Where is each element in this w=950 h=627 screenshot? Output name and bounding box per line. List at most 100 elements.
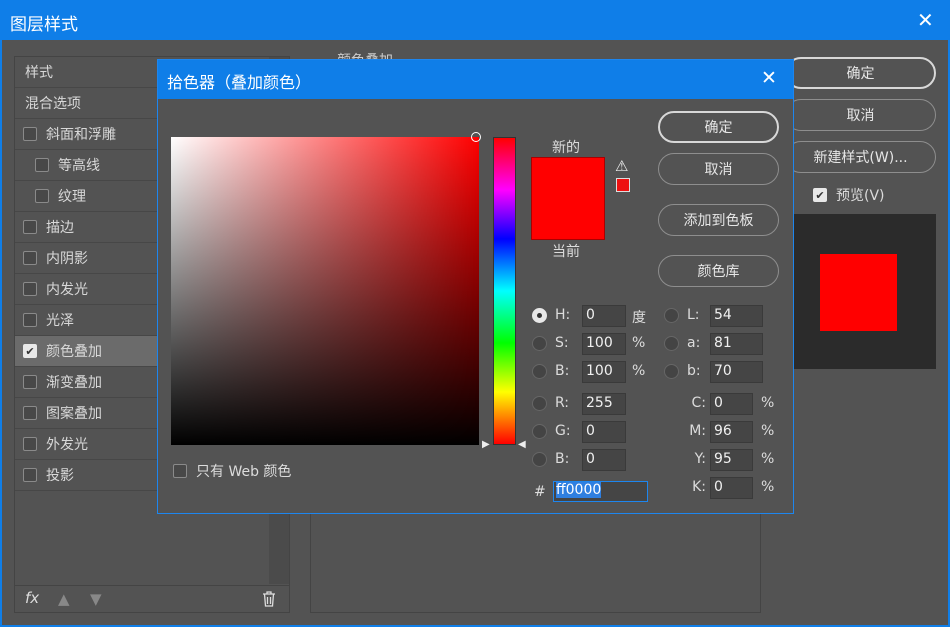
current-color-swatch[interactable]	[531, 199, 605, 240]
unit-y: %	[761, 451, 775, 467]
window-titlebar: 图层样式	[0, 0, 950, 40]
sidebar-item-label: 等高线	[58, 158, 100, 174]
input-bv[interactable]: 100	[582, 361, 626, 383]
move-down-icon[interactable]: ▼	[90, 590, 102, 608]
color-picker-dialog: 拾色器（叠加颜色） ✕ ▶ ◀ 只有 Web 颜色 新的 当前 ⚠ 确定 取消 …	[157, 59, 794, 514]
checkbox-icon[interactable]	[23, 375, 37, 389]
sidebar-item-label: 纹理	[58, 189, 86, 205]
checkbox-icon[interactable]	[23, 127, 37, 141]
picker-title: 拾色器（叠加颜色）	[167, 73, 312, 92]
checkbox-icon[interactable]	[23, 437, 37, 451]
label-s: S:	[555, 335, 569, 351]
radio-h[interactable]	[532, 308, 547, 323]
new-style-button[interactable]: 新建样式(W)...	[785, 141, 936, 173]
unit-h: 度	[632, 310, 646, 326]
radio-lab-a[interactable]	[664, 336, 679, 351]
label-h: H:	[555, 307, 571, 323]
label-c: C:	[691, 395, 707, 411]
ok-button[interactable]: 确定	[785, 57, 936, 89]
checkbox-icon[interactable]	[35, 189, 49, 203]
radio-bb[interactable]	[532, 452, 547, 467]
hue-slider-left-handle-icon[interactable]: ▶	[482, 439, 490, 450]
checkbox-icon[interactable]	[35, 158, 49, 172]
radio-g[interactable]	[532, 424, 547, 439]
hex-label: #	[534, 484, 546, 500]
label-lab-a: a:	[687, 335, 701, 351]
label-m: M:	[689, 423, 706, 439]
radio-lab-L[interactable]	[664, 308, 679, 323]
input-s[interactable]: 100	[582, 333, 626, 355]
cancel-button[interactable]: 取消	[785, 99, 936, 131]
web-colors-label: 只有 Web 颜色	[196, 464, 292, 480]
window-close-icon[interactable]: ✕	[917, 8, 934, 32]
unit-s: %	[632, 335, 646, 351]
gamut-color-swatch[interactable]	[616, 178, 630, 192]
input-k[interactable]: 0	[710, 477, 753, 499]
label-y: Y:	[694, 451, 706, 467]
saturation-brightness-field[interactable]	[171, 132, 481, 445]
checkbox-icon[interactable]	[23, 251, 37, 265]
sidebar-item-label: 颜色叠加	[46, 344, 102, 360]
new-color-swatch	[531, 157, 605, 199]
current-color-label: 当前	[552, 244, 580, 260]
picker-cancel-button[interactable]: 取消	[658, 153, 779, 185]
checkbox-icon[interactable]	[23, 282, 37, 296]
radio-s[interactable]	[532, 336, 547, 351]
hex-input[interactable]: ff0000	[553, 481, 648, 502]
unit-bv: %	[632, 363, 646, 379]
preview-checkbox[interactable]: ✔ 预览(V)	[813, 185, 885, 205]
preview-swatch	[820, 254, 897, 331]
trash-icon[interactable]	[262, 591, 276, 607]
unit-m: %	[761, 423, 775, 439]
label-bb: B:	[555, 451, 570, 467]
sidebar-item-label: 渐变叠加	[46, 375, 102, 391]
add-to-swatches-button[interactable]: 添加到色板	[658, 204, 779, 236]
label-bv: B:	[555, 363, 570, 379]
input-g[interactable]: 0	[582, 421, 626, 443]
hue-slider[interactable]	[493, 137, 516, 445]
label-lab-b: b:	[687, 363, 701, 379]
radio-r[interactable]	[532, 396, 547, 411]
picker-ok-button[interactable]: 确定	[658, 111, 779, 143]
input-lab-L[interactable]: 54	[710, 305, 763, 327]
checkbox-icon[interactable]	[173, 464, 187, 478]
input-h[interactable]: 0	[582, 305, 626, 327]
sidebar-item-label: 光泽	[46, 313, 74, 329]
list-footer: fx ▲ ▼	[15, 585, 289, 613]
checkbox-icon[interactable]	[23, 406, 37, 420]
radio-bv[interactable]	[532, 364, 547, 379]
web-colors-only-checkbox[interactable]: 只有 Web 颜色	[173, 461, 291, 481]
fx-button[interactable]: fx	[25, 589, 39, 607]
color-libraries-button[interactable]: 颜色库	[658, 255, 779, 287]
move-up-icon[interactable]: ▲	[58, 590, 70, 608]
checkbox-icon[interactable]: ✔	[813, 188, 827, 202]
checkbox-icon[interactable]	[23, 468, 37, 482]
radio-lab-b[interactable]	[664, 364, 679, 379]
new-color-label: 新的	[552, 140, 580, 156]
sidebar-item-label: 图案叠加	[46, 406, 102, 422]
sidebar-item-label: 描边	[46, 220, 74, 236]
unit-k: %	[761, 479, 775, 495]
checkbox-icon[interactable]: ✔	[23, 344, 37, 358]
input-y[interactable]: 95	[710, 449, 753, 471]
picker-titlebar: 拾色器（叠加颜色）	[158, 60, 793, 99]
unit-c: %	[761, 395, 775, 411]
input-c[interactable]: 0	[710, 393, 753, 415]
checkbox-icon[interactable]	[23, 313, 37, 327]
sidebar-item-label: 斜面和浮雕	[46, 127, 116, 143]
checkbox-icon[interactable]	[23, 220, 37, 234]
sidebar-item-label: 内发光	[46, 282, 88, 298]
input-lab-b[interactable]: 70	[710, 361, 763, 383]
color-selector-circle[interactable]	[471, 132, 481, 142]
gamut-warning-icon[interactable]: ⚠	[615, 157, 628, 175]
input-r[interactable]: 255	[582, 393, 626, 415]
input-bb[interactable]: 0	[582, 449, 626, 471]
sidebar-item-label: 外发光	[46, 437, 88, 453]
picker-close-icon[interactable]: ✕	[761, 67, 777, 89]
input-m[interactable]: 96	[710, 421, 753, 443]
hex-value: ff0000	[556, 482, 602, 498]
preview-thumbnail	[793, 214, 936, 369]
preview-label: 预览(V)	[836, 188, 885, 204]
hue-slider-right-handle-icon[interactable]: ◀	[518, 439, 526, 450]
input-lab-a[interactable]: 81	[710, 333, 763, 355]
